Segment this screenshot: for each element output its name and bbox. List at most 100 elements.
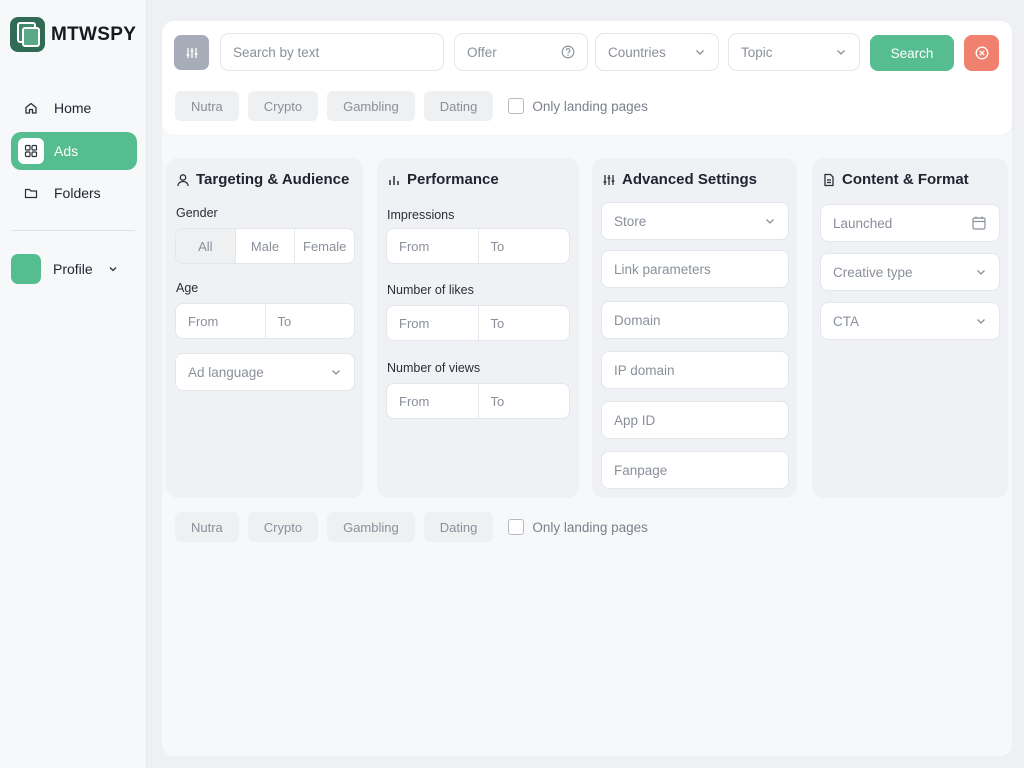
chevron-down-icon — [330, 366, 342, 378]
sidebar-item-label: Ads — [54, 143, 79, 159]
cta-select[interactable]: CTA — [820, 302, 1000, 340]
views-from-input[interactable]: From — [387, 384, 479, 418]
clear-filters-button[interactable] — [964, 35, 999, 71]
advanced-settings-card: Advanced Settings Store Link parameters … — [592, 158, 797, 498]
grid-icon — [18, 138, 44, 164]
impressions-label: Impressions — [387, 208, 455, 222]
views-to-input[interactable]: To — [479, 384, 570, 418]
sidebar-divider — [11, 230, 135, 231]
only-landing-label: Only landing pages — [532, 519, 648, 535]
logo[interactable]: MTWSPY — [10, 17, 136, 52]
main-panel: Countries Topic Search Nutra Crypto Gamb… — [162, 21, 1012, 756]
sidebar-item-label: Home — [54, 100, 92, 116]
logo-icon — [10, 17, 45, 52]
home-icon — [18, 95, 44, 121]
gender-label: Gender — [176, 206, 218, 220]
chevron-down-icon — [107, 263, 119, 275]
only-landing-checkbox[interactable]: Only landing pages — [508, 98, 648, 114]
views-label: Number of views — [387, 361, 481, 375]
gender-option-all[interactable]: All — [176, 229, 236, 263]
chevron-down-icon — [694, 46, 706, 58]
likes-range: From To — [386, 305, 570, 341]
sidebar-item-label: Folders — [54, 185, 101, 201]
chip-crypto[interactable]: Crypto — [247, 91, 319, 121]
search-input[interactable] — [233, 44, 431, 60]
search-button[interactable]: Search — [870, 35, 954, 71]
chip-dating[interactable]: Dating — [423, 512, 494, 542]
user-icon — [176, 173, 190, 187]
profile-menu[interactable]: Profile — [11, 253, 137, 285]
likes-from-input[interactable]: From — [387, 306, 479, 340]
views-range: From To — [386, 383, 570, 419]
performance-title-text: Performance — [407, 171, 499, 188]
chevron-down-icon — [975, 266, 987, 278]
help-icon[interactable] — [561, 45, 575, 59]
sidebar-item-folders[interactable]: Folders — [11, 174, 137, 212]
gender-option-male[interactable]: Male — [236, 229, 296, 263]
content-title-text: Content & Format — [842, 171, 969, 188]
filter-toggle-button[interactable] — [174, 35, 209, 70]
performance-title: Performance — [387, 171, 499, 188]
store-select[interactable]: Store — [601, 202, 789, 240]
topic-select[interactable]: Topic — [728, 33, 860, 71]
content-format-card: Content & Format Launched Creative type … — [812, 158, 1008, 498]
app-id-input[interactable]: App ID — [601, 401, 789, 439]
category-chips-bottom: Nutra Crypto Gambling Dating Only landin… — [175, 512, 648, 542]
sidebar: MTWSPY Home Ads Folders Profile — [0, 0, 147, 768]
countries-label: Countries — [608, 44, 666, 60]
fanpage-input[interactable]: Fanpage — [601, 451, 789, 489]
creative-type-label: Creative type — [833, 264, 913, 280]
search-input-wrap — [220, 33, 444, 71]
checkbox-box — [508, 519, 525, 535]
targeting-title: Targeting & Audience — [176, 171, 349, 188]
age-to-input[interactable]: To — [266, 304, 355, 338]
impressions-range: From To — [386, 228, 570, 264]
chip-gambling[interactable]: Gambling — [327, 512, 415, 542]
link-parameters-input[interactable]: Link parameters — [601, 250, 789, 288]
calendar-icon — [971, 215, 987, 231]
ip-domain-input[interactable]: IP domain — [601, 351, 789, 389]
document-icon — [822, 173, 836, 187]
chip-dating[interactable]: Dating — [423, 91, 494, 121]
targeting-card: Targeting & Audience Gender All Male Fem… — [166, 158, 363, 498]
sidebar-item-home[interactable]: Home — [11, 89, 137, 127]
domain-input[interactable]: Domain — [601, 301, 789, 339]
topic-label: Topic — [741, 44, 773, 60]
gender-segmented-control: All Male Female — [175, 228, 355, 264]
profile-label: Profile — [53, 261, 93, 277]
countries-select[interactable]: Countries — [595, 33, 719, 71]
offer-input[interactable] — [467, 44, 561, 60]
creative-type-select[interactable]: Creative type — [820, 253, 1000, 291]
gender-option-female[interactable]: Female — [295, 229, 354, 263]
advanced-title-text: Advanced Settings — [622, 171, 758, 188]
age-range: From To — [175, 303, 355, 339]
sidebar-item-ads[interactable]: Ads — [11, 132, 137, 170]
chevron-down-icon — [764, 215, 776, 227]
content-title: Content & Format — [822, 171, 969, 188]
chip-gambling[interactable]: Gambling — [327, 91, 415, 121]
likes-to-input[interactable]: To — [479, 306, 570, 340]
chip-nutra[interactable]: Nutra — [175, 512, 239, 542]
offer-input-wrap — [454, 33, 588, 71]
impressions-to-input[interactable]: To — [479, 229, 570, 263]
checkbox-box — [508, 98, 525, 114]
targeting-title-text: Targeting & Audience — [196, 171, 350, 188]
advanced-title: Advanced Settings — [602, 171, 757, 188]
cta-label: CTA — [833, 313, 859, 329]
search-bar: Countries Topic Search Nutra Crypto Gamb… — [162, 21, 1012, 135]
age-label: Age — [176, 281, 199, 295]
impressions-from-input[interactable]: From — [387, 229, 479, 263]
chip-nutra[interactable]: Nutra — [175, 91, 239, 121]
launched-date-picker[interactable]: Launched — [820, 204, 1000, 242]
age-from-input[interactable]: From — [176, 304, 266, 338]
ad-language-select[interactable]: Ad language — [175, 353, 355, 391]
likes-label: Number of likes — [387, 283, 474, 297]
chip-crypto[interactable]: Crypto — [247, 512, 319, 542]
avatar — [11, 254, 41, 284]
launched-label: Launched — [833, 215, 893, 231]
only-landing-label: Only landing pages — [532, 98, 648, 114]
only-landing-checkbox[interactable]: Only landing pages — [508, 519, 648, 535]
chevron-down-icon — [835, 46, 847, 58]
bar-chart-icon — [387, 173, 401, 187]
store-label: Store — [614, 213, 647, 229]
